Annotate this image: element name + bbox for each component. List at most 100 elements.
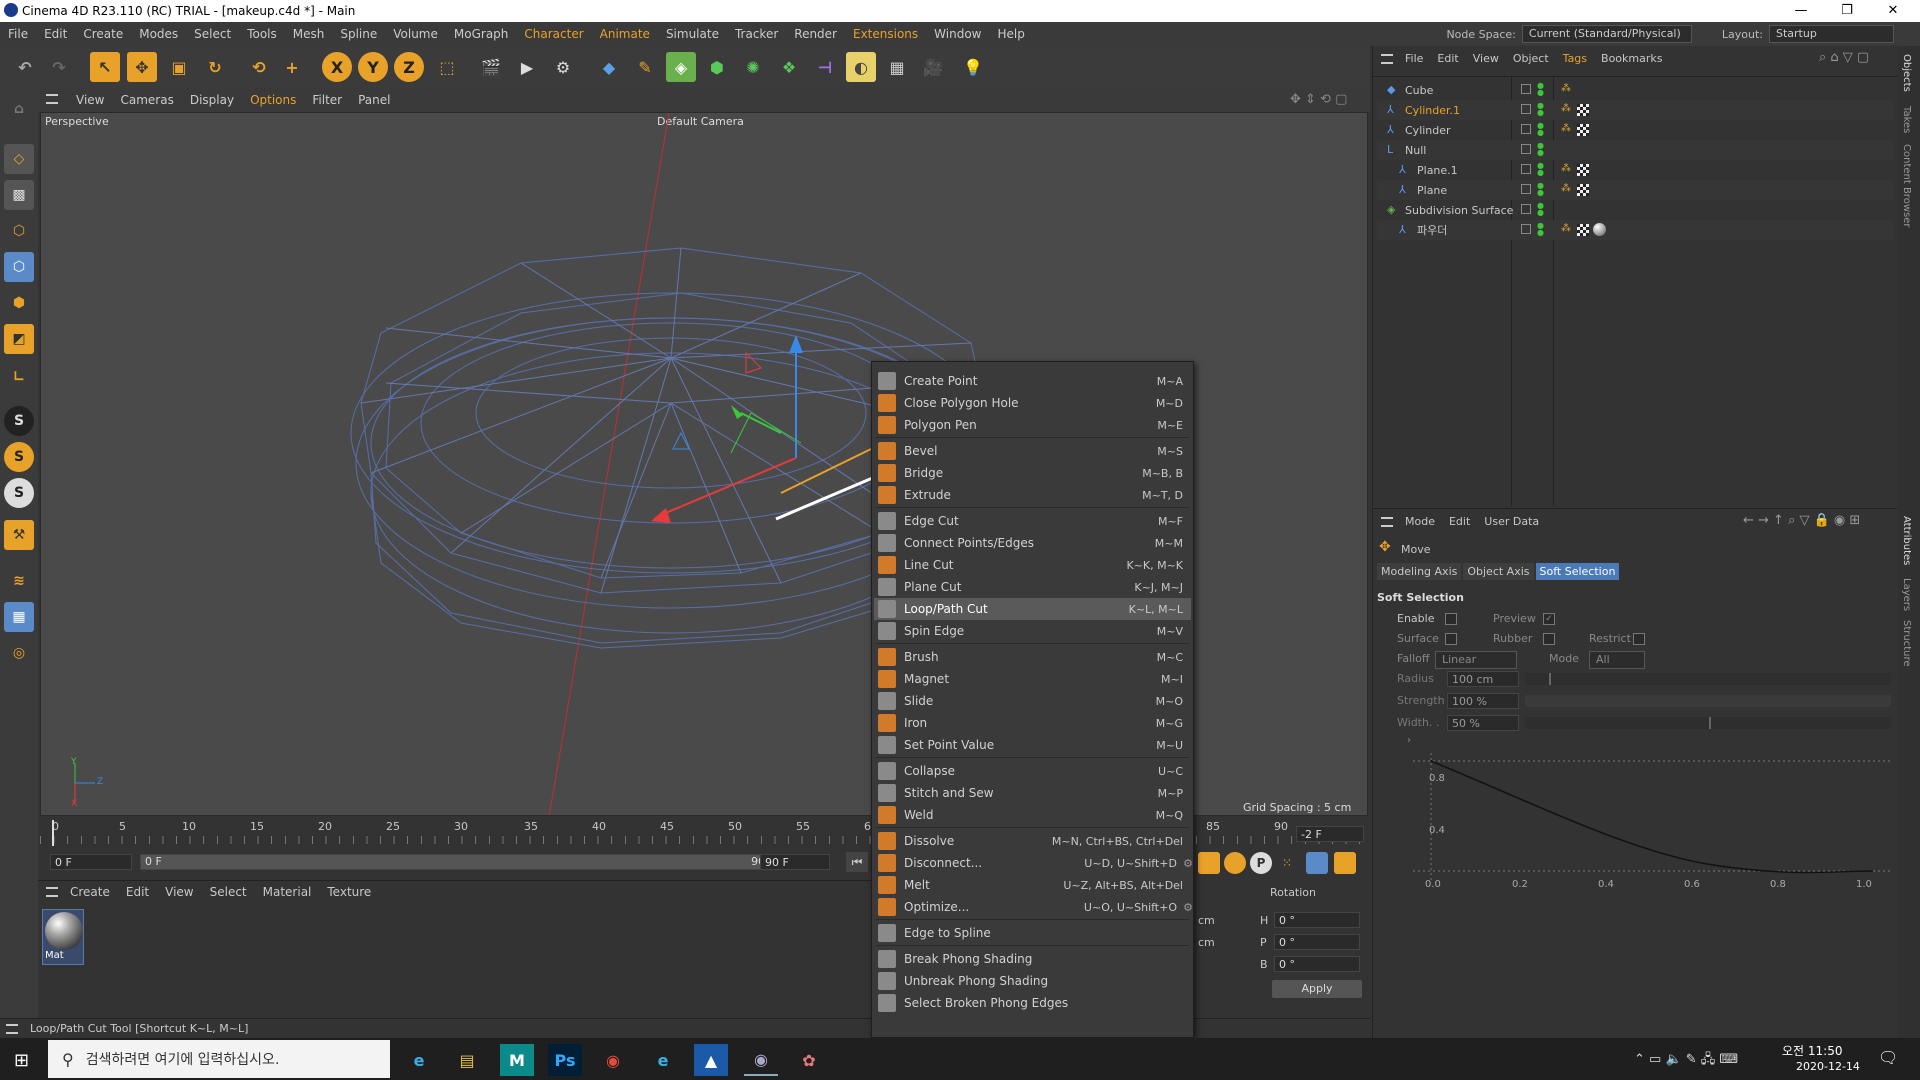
attribute-nav-icons[interactable]: ← → ↑ ⌕ ▽ 🔒 ◉ ⊞ bbox=[1743, 513, 1860, 528]
menu-volume[interactable]: Volume bbox=[385, 27, 446, 41]
axis-mode-icon[interactable]: ∟ bbox=[4, 362, 34, 392]
make-editable-icon[interactable]: ⌂ bbox=[4, 94, 34, 124]
menu-create[interactable]: Create bbox=[75, 27, 131, 41]
surface-checkbox[interactable] bbox=[1445, 633, 1457, 645]
object-row[interactable]: ◈ Subdivision Surface ● ● bbox=[1377, 200, 1893, 220]
render-view-icon[interactable]: 🎬 bbox=[476, 52, 506, 82]
z-axis-lock-icon[interactable]: Z bbox=[394, 52, 424, 82]
menu-mesh[interactable]: Mesh bbox=[285, 27, 333, 41]
hamburger-icon[interactable] bbox=[1381, 54, 1393, 64]
menu-item-unbreak-phong-shading[interactable]: Unbreak Phong Shading bbox=[874, 970, 1191, 992]
menu-mograph[interactable]: MoGraph bbox=[446, 27, 517, 41]
menu-item-close-polygon-hole[interactable]: Close Polygon Hole M~D bbox=[874, 392, 1191, 414]
maximize-button[interactable]: ❐ bbox=[1824, 0, 1870, 22]
texture-tag-icon[interactable] bbox=[1577, 184, 1589, 196]
playhead[interactable] bbox=[52, 820, 54, 846]
viewport-menu-view[interactable]: View bbox=[68, 93, 112, 107]
texture-tag-icon[interactable] bbox=[1577, 224, 1589, 236]
record-keys-icon[interactable] bbox=[1198, 852, 1220, 874]
pen-spline-icon[interactable]: ✎ bbox=[630, 52, 660, 82]
uv-mode-icon[interactable]: ◩ bbox=[4, 324, 34, 354]
menu-item-create-point[interactable]: Create Point M~A bbox=[874, 370, 1191, 392]
radius-field[interactable] bbox=[1447, 671, 1519, 687]
menu-item-bevel[interactable]: Bevel M~S bbox=[874, 440, 1191, 462]
menu-item-extrude[interactable]: Extrude M~T, D bbox=[874, 484, 1191, 506]
photos-icon[interactable]: ▲ bbox=[694, 1044, 728, 1076]
object-name[interactable]: Plane.1 bbox=[1417, 164, 1527, 177]
minimize-button[interactable]: — bbox=[1778, 0, 1824, 22]
side-tab-layers[interactable]: Layers bbox=[1901, 578, 1912, 611]
ie-icon[interactable]: e bbox=[646, 1044, 680, 1076]
add-tool-icon[interactable]: + bbox=[277, 52, 307, 82]
menu-item-break-phong-shading[interactable]: Break Phong Shading bbox=[874, 948, 1191, 970]
phong-tag-icon[interactable]: ⁂ bbox=[1561, 83, 1571, 94]
visibility-dots-icon[interactable]: ● ● bbox=[1537, 122, 1544, 137]
recent-tools-icon[interactable]: ⟲ bbox=[244, 52, 274, 82]
snap-icon[interactable]: S bbox=[4, 406, 34, 436]
width-slider[interactable] bbox=[1525, 717, 1891, 729]
object-name[interactable]: Plane bbox=[1417, 184, 1527, 197]
notification-icon[interactable]: 🗨 bbox=[1878, 1048, 1898, 1067]
object-row[interactable]: ⅄ Plane.1 ● ● ⁂ bbox=[1377, 160, 1893, 180]
side-tab-objects[interactable]: Objects bbox=[1901, 54, 1912, 92]
texture-tag-icon[interactable] bbox=[1577, 164, 1589, 176]
attribute-menu-mode[interactable]: Mode bbox=[1405, 515, 1435, 528]
side-tab-content-browser[interactable]: Content Browser bbox=[1901, 144, 1912, 227]
hamburger-icon[interactable] bbox=[1381, 517, 1393, 527]
locked-workplane-icon[interactable]: ⚒ bbox=[4, 520, 34, 550]
attribute-menu-user-data[interactable]: User Data bbox=[1484, 515, 1539, 528]
side-tab-attributes[interactable]: Attributes bbox=[1901, 516, 1912, 565]
graph-expand-icon[interactable]: › bbox=[1407, 735, 1411, 746]
restrict-checkbox[interactable] bbox=[1633, 633, 1645, 645]
width-field[interactable] bbox=[1447, 715, 1519, 731]
snap-enable-icon[interactable]: S bbox=[4, 442, 34, 472]
p-rotation-field[interactable] bbox=[1274, 934, 1360, 950]
visibility-dots-icon[interactable]: ● ● bbox=[1537, 102, 1544, 117]
phong-tag-icon[interactable]: ⁂ bbox=[1561, 183, 1571, 194]
visibility-dots-icon[interactable]: ● ● bbox=[1537, 202, 1544, 217]
h-rotation-field[interactable] bbox=[1274, 912, 1360, 928]
visibility-dots-icon[interactable]: ● ● bbox=[1537, 182, 1544, 197]
go-to-start-icon[interactable]: ⏮ bbox=[846, 852, 868, 872]
deformer-icon[interactable]: ⊣ bbox=[810, 52, 840, 82]
x-axis-lock-icon[interactable]: X bbox=[322, 52, 352, 82]
menu-modes[interactable]: Modes bbox=[131, 27, 186, 41]
viewport-menu-filter[interactable]: Filter bbox=[304, 93, 350, 107]
falloff-curve-graph[interactable] bbox=[1413, 743, 1893, 893]
menu-tools[interactable]: Tools bbox=[239, 27, 285, 41]
gear-icon[interactable]: ⚙ bbox=[1183, 901, 1193, 914]
b-rotation-field[interactable] bbox=[1274, 956, 1360, 972]
menu-item-loop-path-cut[interactable]: Loop/Path Cut K~L, M~L bbox=[874, 598, 1191, 620]
object-name[interactable]: 파우더 bbox=[1417, 222, 1527, 238]
generator-icon[interactable]: ⬢ bbox=[702, 52, 732, 82]
workplane-icon[interactable]: ≋ bbox=[4, 566, 34, 596]
clock-date[interactable]: 2020-12-14 bbox=[1796, 1060, 1860, 1073]
strength-slider[interactable] bbox=[1525, 695, 1891, 707]
film-icon[interactable] bbox=[1334, 852, 1356, 874]
y-axis-lock-icon[interactable]: Y bbox=[358, 52, 388, 82]
object-row[interactable]: L Null ● ● bbox=[1377, 140, 1893, 160]
frame-range-slider[interactable]: 0 F 90 F bbox=[140, 854, 780, 870]
model-mode-icon[interactable]: ◇ bbox=[4, 144, 34, 174]
object-menu-tags[interactable]: Tags bbox=[1563, 52, 1587, 65]
frame-step-field[interactable] bbox=[1296, 826, 1364, 842]
menu-item-select-broken-phong-edges[interactable]: Select Broken Phong Edges bbox=[874, 992, 1191, 1014]
hamburger-icon[interactable] bbox=[46, 887, 58, 897]
menu-item-edge-cut[interactable]: Edge Cut M~F bbox=[874, 510, 1191, 532]
object-row[interactable]: ◆ Cube ● ● ⁂ bbox=[1377, 80, 1893, 100]
object-row[interactable]: ⅄ Cylinder.1 ● ● ⁂ bbox=[1377, 100, 1893, 120]
tab-object-axis[interactable]: Object Axis bbox=[1463, 563, 1534, 580]
mograph-icon[interactable]: ❖ bbox=[774, 52, 804, 82]
edges-mode-icon[interactable]: ⬡ bbox=[4, 252, 34, 282]
cloner-icon[interactable]: ✺ bbox=[738, 52, 768, 82]
hamburger-icon[interactable] bbox=[46, 94, 58, 104]
windows-start-icon[interactable]: ⊞ bbox=[14, 1050, 29, 1071]
menu-edit[interactable]: Edit bbox=[36, 27, 75, 41]
object-menu-file[interactable]: File bbox=[1405, 52, 1423, 65]
menu-item-plane-cut[interactable]: Plane Cut K~J, M~J bbox=[874, 576, 1191, 598]
menu-item-disconnect[interactable]: Disconnect... U~D, U~Shift+D ⚙ bbox=[874, 852, 1193, 874]
coordinate-system-icon[interactable]: ⬚ bbox=[432, 52, 462, 82]
render-picture-viewer-icon[interactable]: ▶ bbox=[512, 52, 542, 82]
subdivision-surface-icon[interactable]: ◈ bbox=[666, 52, 696, 82]
photoshop-icon[interactable]: Ps bbox=[548, 1044, 582, 1076]
